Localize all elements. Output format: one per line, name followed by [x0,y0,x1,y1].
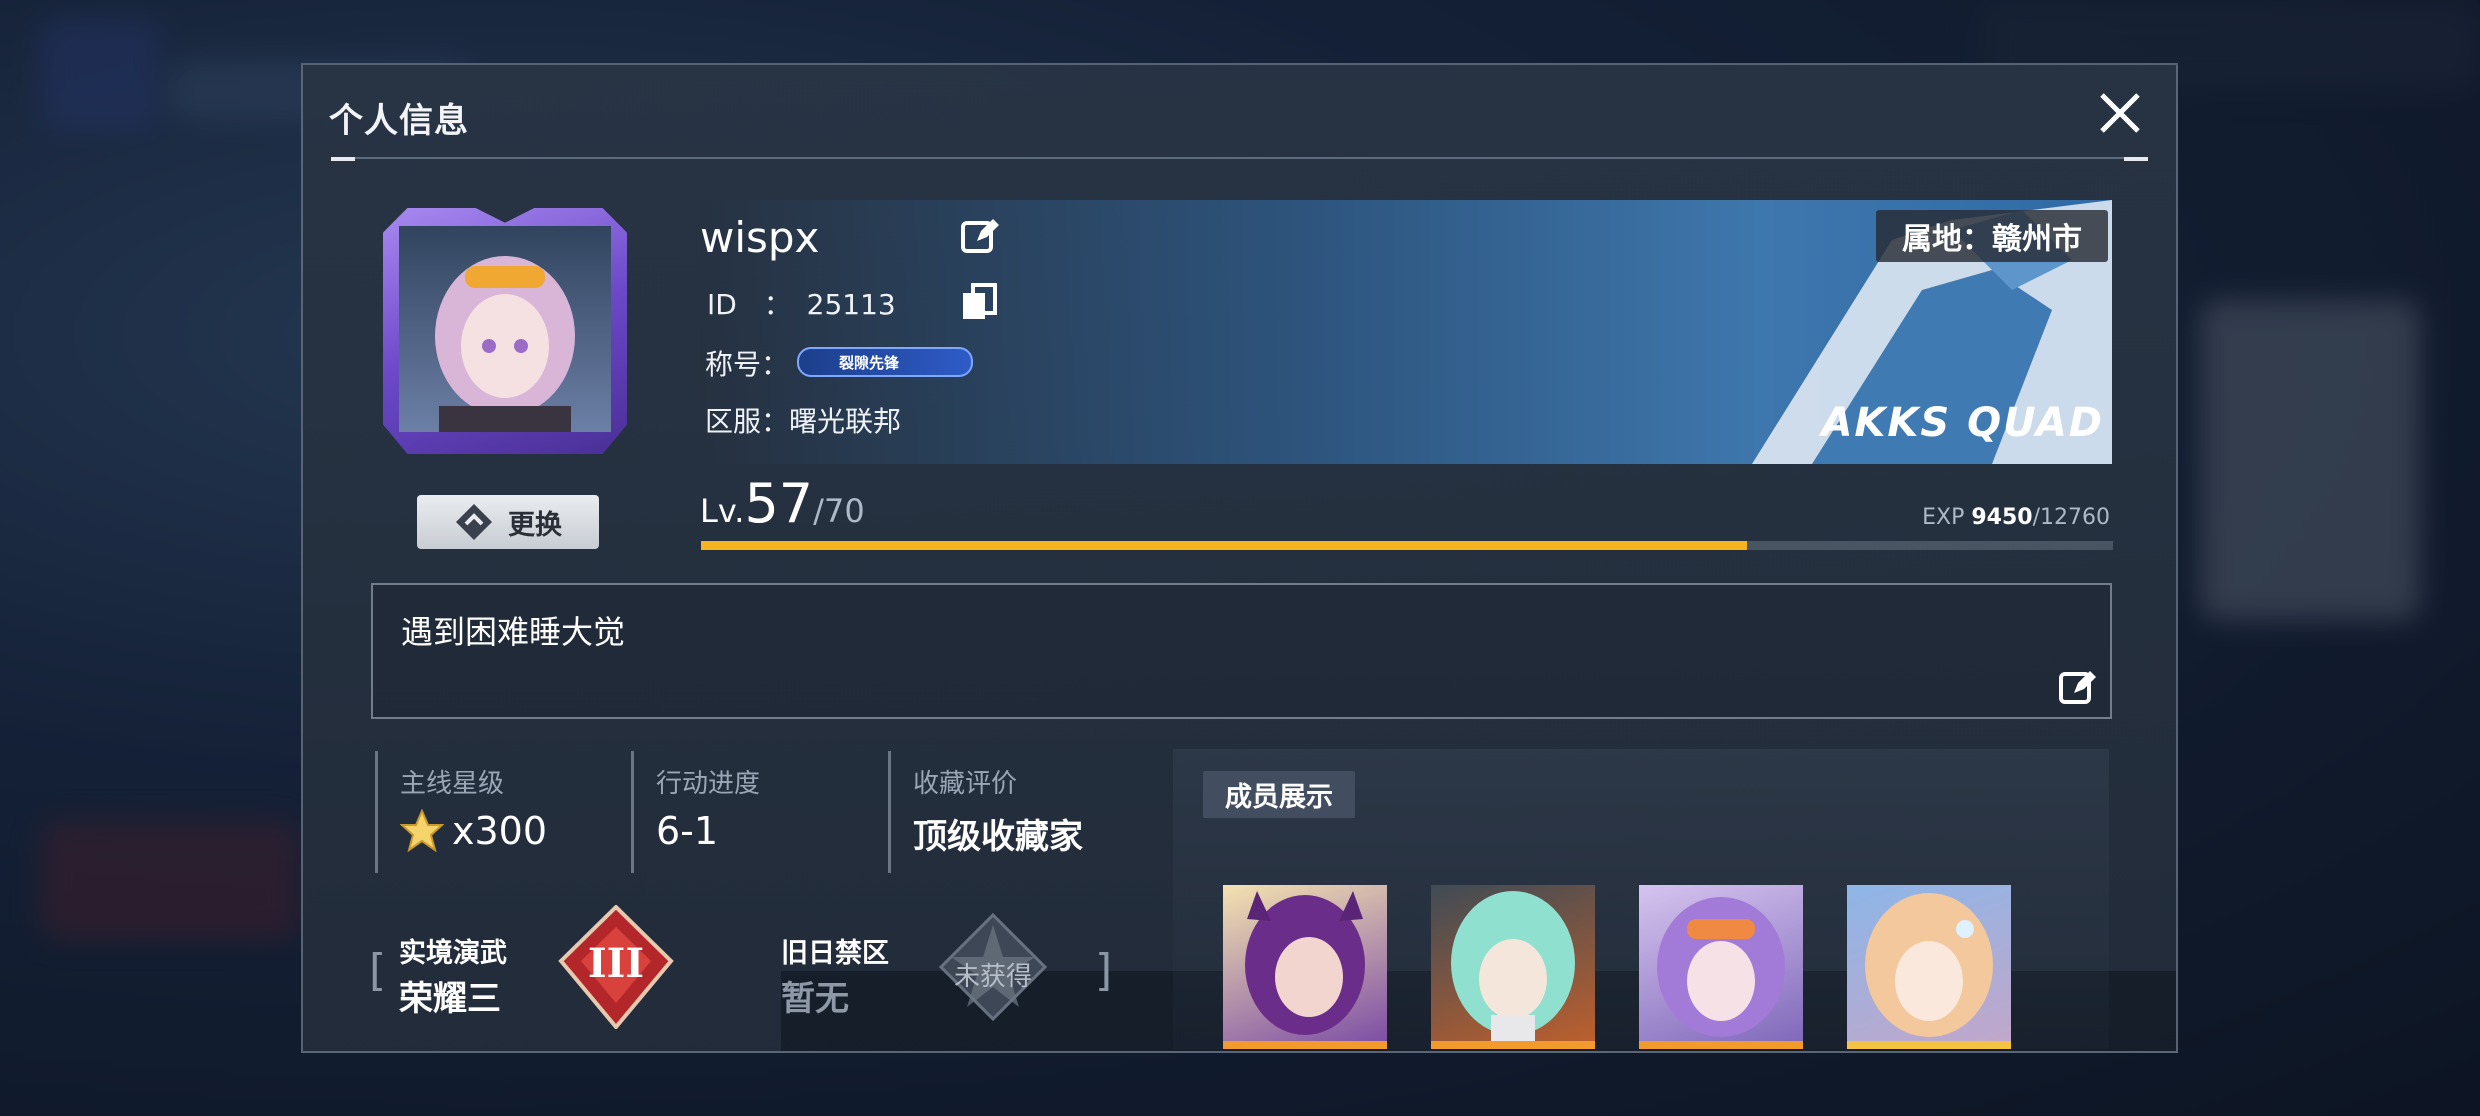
exp-max: /12760 [2032,505,2110,530]
member-card-2[interactable] [1431,885,1595,1049]
exp-current: 9450 [1971,505,2033,530]
profile-dialog: 个人信息 更换 AKKS QUAD 属地：赣州市 wispx ID ： 2511… [301,63,2178,1053]
rank-badge-icon[interactable]: III [557,905,675,1029]
member-portrait [1451,891,1575,1049]
user-id-label: ID [707,288,737,321]
member-portrait [1657,897,1785,1037]
dialog-title: 个人信息 [329,101,469,141]
stat-value: x300 [400,809,547,853]
locked-badge-text: 未获得 [954,962,1032,992]
exp-label: EXP [1922,505,1965,530]
stat-label: 行动进度 [656,769,761,799]
arena-real-label: 实境演武 [399,938,507,969]
profile-banner: AKKS QUAD 属地：赣州市 [700,200,2112,464]
stat-progress: 行动进度 6-1 [631,751,760,873]
title-badge[interactable]: 裂隙先锋 [797,347,973,377]
member-card-1[interactable] [1223,885,1387,1049]
member-card-4[interactable] [1847,885,2011,1049]
signature-box[interactable]: 遇到困难睡大觉 [371,583,2112,719]
rank-badge-text: III [588,940,644,987]
exp-bar-fill [701,541,1747,550]
locked-badge-icon: 未获得 [938,912,1048,1022]
level-max: /70 [813,492,865,530]
stat-stars-value: x300 [452,809,548,853]
member-rarity-strip [1847,1041,2011,1049]
edit-name-icon[interactable] [959,215,1001,257]
level-current: 57 [744,472,814,535]
member-rarity-strip [1639,1041,1803,1049]
stat-value: 6-1 [656,809,719,853]
arena-old-label: 旧日禁区 [781,938,889,969]
member-portrait [1865,893,1993,1037]
change-avatar-label: 更换 [508,509,562,541]
member-rarity-strip [1431,1041,1595,1049]
bracket-right: ] [1095,945,1113,996]
server-label: 区服： [705,405,790,438]
signature-text: 遇到困难睡大觉 [401,613,626,651]
title-divider [331,157,2148,161]
member-rarity-strip [1223,1041,1387,1049]
user-id: ID ： 25113 [707,283,896,323]
level-prefix: Lv. [700,492,745,530]
location-badge: 属地：赣州市 [1876,210,2108,262]
title-label: 称号： [705,348,790,381]
stat-main-stars: 主线星级 x300 [375,751,547,873]
stat-collection: 收藏评价 顶级收藏家 [888,751,1083,873]
member-card-3[interactable] [1639,885,1803,1049]
member-portrait [1245,891,1365,1035]
exp-display: EXP 9450/12760 [1922,505,2110,530]
stat-label: 收藏评价 [913,769,1018,799]
user-id-separator: ： [763,288,792,321]
close-icon[interactable] [2094,87,2146,139]
swap-icon [456,504,492,540]
server-value: 曙光联邦 [789,405,902,438]
avatar-frame[interactable] [383,208,627,454]
stat-value: 顶级收藏家 [913,817,1083,857]
arena-real-value: 荣耀三 [399,979,501,1019]
change-avatar-button[interactable]: 更换 [417,495,599,549]
banner-logo-text: AKKS QUAD [1821,400,2104,446]
username: wispx [700,213,820,262]
copy-id-icon[interactable] [959,281,999,321]
server-info: 区服：曙光联邦 [705,400,901,440]
stat-label: 主线星级 [400,769,505,799]
level-display: Lv.57/70 [700,472,865,535]
user-id-value: 25113 [806,288,896,321]
member-showcase: 成员展示 [1173,749,2109,1049]
edit-signature-icon[interactable] [2058,667,2098,707]
avatar [399,226,611,432]
bracket-left: [ [369,945,387,996]
title-badge-text: 裂隙先锋 [839,353,900,372]
member-showcase-title: 成员展示 [1203,771,1355,818]
star-icon [400,809,444,853]
exp-bar [701,541,2113,550]
